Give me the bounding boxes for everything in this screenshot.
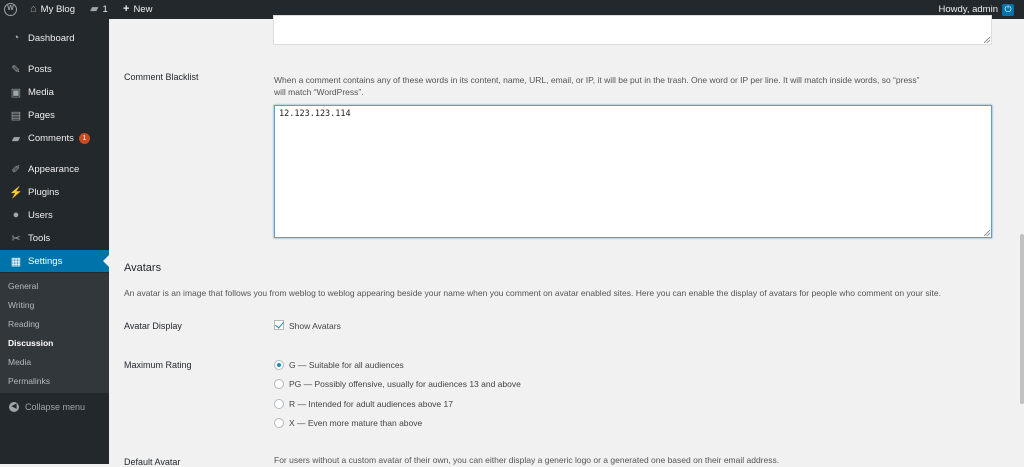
wordpress-logo-icon: W: [4, 3, 17, 16]
site-name-label: My Blog: [40, 4, 75, 15]
comment-blacklist-description: When a comment contains any of these wor…: [274, 74, 1019, 98]
blacklist-keys-textarea[interactable]: 12.123.123.114: [274, 105, 992, 238]
sidebar-item-users[interactable]: ● Users: [0, 204, 109, 226]
radio-selected-dot: [277, 363, 281, 367]
sidebar-item-label: Tools: [28, 232, 51, 244]
comments-count: 1: [102, 4, 108, 15]
media-icon: ▣: [10, 86, 22, 99]
rating-pg-radio[interactable]: [274, 379, 284, 389]
show-avatars-label[interactable]: Show Avatars: [289, 321, 341, 331]
submenu-general[interactable]: General: [8, 281, 38, 291]
dashboard-icon: ◔: [12, 32, 20, 44]
submenu-writing[interactable]: Writing: [8, 300, 34, 310]
avatars-description: An avatar is an image that follows you f…: [124, 288, 941, 298]
sidebar-item-tools[interactable]: ✂ Tools: [0, 227, 109, 249]
comment-blacklist-label: Comment Blacklist: [124, 72, 199, 82]
wrench-icon: ✂: [11, 232, 21, 245]
sidebar-item-label: Users: [28, 209, 53, 221]
sidebar-item-label: Plugins: [28, 186, 60, 198]
rating-r-label[interactable]: R — Intended for adult audiences above 1…: [289, 399, 453, 409]
comment-bubble-icon: ▰: [90, 3, 99, 15]
blacklist-description-line2: will match “WordPress”.: [274, 87, 364, 97]
submenu-media[interactable]: Media: [8, 357, 31, 367]
resize-handle[interactable]: [984, 37, 990, 43]
submenu-reading[interactable]: Reading: [8, 319, 40, 329]
sidebar-item-dashboard[interactable]: ◔ Dashboard: [0, 27, 109, 49]
checkmark-icon: [275, 319, 284, 329]
submenu-discussion[interactable]: Discussion: [8, 338, 53, 348]
default-avatar-label: Default Avatar: [124, 457, 181, 467]
settings-content: Comment Blacklist When a comment contain…: [109, 15, 1024, 467]
sidebar-item-plugins[interactable]: ⚡ Plugins: [0, 181, 109, 203]
rating-g-label[interactable]: G — Suitable for all audiences: [289, 360, 404, 370]
default-avatar-description: For users without a custom avatar of the…: [274, 455, 780, 465]
rating-g-radio[interactable]: [274, 360, 284, 370]
sidebar-item-label: Dashboard: [28, 32, 75, 44]
page-scrollbar[interactable]: [1020, 234, 1024, 404]
moderation-keys-textarea[interactable]: [273, 15, 992, 45]
sidebar-item-label: Settings: [28, 255, 63, 267]
rating-r-radio[interactable]: [274, 399, 284, 409]
plugin-icon: ⚡: [9, 186, 23, 199]
avatar: ⏻: [1002, 3, 1014, 16]
home-icon: ⌂: [30, 3, 37, 15]
sidebar-item-label: Media: [28, 86, 54, 98]
comments-link[interactable]: ▰ 1: [90, 0, 108, 19]
pin-icon: ✎: [11, 63, 21, 76]
rating-x-radio[interactable]: [274, 418, 284, 428]
maximum-rating-label: Maximum Rating: [124, 360, 192, 370]
sidebar-item-label: Appearance: [28, 163, 80, 175]
pages-icon: ▤: [10, 109, 22, 122]
resize-handle[interactable]: [984, 230, 990, 236]
users-icon: ●: [12, 209, 20, 221]
sidebar-item-label: Posts: [28, 63, 52, 75]
sidebar-item-label: Pages: [28, 109, 55, 121]
wordpress-logo-menu[interactable]: W: [4, 0, 17, 19]
blacklist-description-line1: When a comment contains any of these wor…: [274, 75, 920, 85]
collapse-menu-button[interactable]: ◀ Collapse menu: [0, 397, 109, 417]
avatar-display-label: Avatar Display: [124, 321, 182, 331]
comments-badge: 1: [78, 132, 90, 144]
avatars-section-title: Avatars: [124, 262, 162, 274]
rating-x-label[interactable]: X — Even more mature than above: [289, 418, 422, 428]
settings-submenu: General Writing Reading Discussion Media…: [0, 273, 109, 393]
plus-icon: +: [123, 3, 130, 15]
rating-pg-label[interactable]: PG — Possibly offensive, usually for aud…: [289, 379, 521, 389]
brush-icon: ✐: [11, 163, 21, 176]
new-label: New: [133, 4, 153, 15]
comments-icon: ▰: [11, 132, 21, 145]
collapse-arrow-icon: ◀: [9, 402, 19, 412]
show-avatars-checkbox[interactable]: [274, 319, 284, 330]
sidebar-item-settings[interactable]: ▦ Settings: [0, 250, 109, 272]
site-name-link[interactable]: ⌂ My Blog: [30, 0, 75, 19]
sidebar-item-appearance[interactable]: ✐ Appearance: [0, 158, 109, 180]
submenu-permalinks[interactable]: Permalinks: [8, 376, 50, 386]
sidebar-item-comments[interactable]: ▰ Comments 1: [0, 127, 109, 149]
admin-sidebar: ◔ Dashboard ✎ Posts ▣ Media ▤ Pages ▰ Co…: [0, 19, 109, 464]
settings-icon: ▦: [10, 255, 22, 268]
sidebar-item-label: Comments: [28, 132, 74, 144]
collapse-menu-label: Collapse menu: [25, 402, 86, 412]
sidebar-item-pages[interactable]: ▤ Pages: [0, 104, 109, 126]
sidebar-item-media[interactable]: ▣ Media: [0, 81, 109, 103]
sidebar-item-posts[interactable]: ✎ Posts: [0, 58, 109, 80]
blacklist-keys-value: 12.123.123.114: [279, 109, 351, 119]
new-content-link[interactable]: + New: [123, 0, 152, 19]
